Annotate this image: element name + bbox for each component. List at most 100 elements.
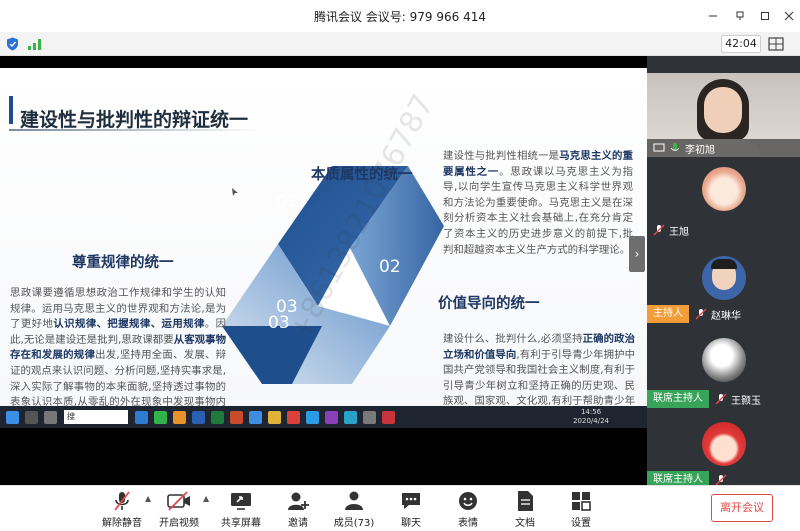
meeting-toolbar: 解除静音 ▲ 开启视频 ▲ 共享屏幕 邀请 成员(73) 聊天 表情 文档 设置… [0,485,800,531]
settings-button[interactable]: 设置 [553,488,609,530]
documents-button[interactable]: 文档 [497,488,553,530]
app-icon-meeting[interactable] [249,410,262,424]
documents-label: 文档 [515,518,535,529]
participant-tile[interactable]: 联席主持人 [647,416,800,485]
slide-title: 建设性与批判性的辩证统一 [20,109,249,131]
windows-start-icon[interactable] [6,410,19,424]
share-screen-button[interactable]: 共享屏幕 [213,488,269,530]
remote-desktop-bottom [0,428,647,485]
participant-nameplate: 联席主持人 [647,471,800,485]
avatar [701,338,746,382]
screen-share-icon [653,143,665,152]
mic-muted-icon [114,491,130,511]
next-slide-button[interactable]: › [629,236,645,272]
mic-muted-icon [715,474,727,485]
emoji-icon [459,492,477,510]
app-icon-music[interactable] [382,410,395,424]
person-face [704,87,742,133]
participant-tile[interactable]: 王旭 [647,159,800,243]
app-icon-photo[interactable] [344,410,357,424]
participant-tile[interactable]: 主持人 赵琳华 [647,244,800,328]
section-title-law: 尊重规律的统一 [72,255,174,271]
emoji-button[interactable]: 表情 [440,488,496,530]
mic-muted-icon [695,308,707,320]
meeting-window: 腾讯会议 会议号: 979 966 414 42:04 建设性与批判性的辩证统一 [0,0,800,531]
participant-panel: 李初旭 王旭 主持人 赵琳华 联席主持人 王颢玉 联席主持人 [647,56,800,485]
shared-screen: 建设性与批判性的辩证统一 03 01 02 03 本质属性的统一 尊重规律的统一… [0,68,647,485]
signal-icon[interactable] [28,38,42,50]
participant-name: 王旭 [669,226,689,238]
participant-name: 赵琳华 [711,310,741,322]
invite-button[interactable]: 邀请 [270,488,326,530]
task-view-icon[interactable] [25,410,38,424]
presentation-slide: 建设性与批判性的辩证统一 03 01 02 03 本质属性的统一 尊重规律的统一… [0,68,647,406]
pin-icon[interactable] [729,6,751,26]
unmute-label: 解除静音 [102,518,142,529]
unmute-button[interactable]: 解除静音 [94,488,150,530]
avatar [701,422,746,466]
start-video-button[interactable]: 开启视频 [151,488,207,530]
paragraph-law: 思政课要遵循思想政治工作规律和学生的认知规律。运用马克思主义的世界观和方法论,是… [10,287,227,406]
title-bar: 腾讯会议 会议号: 979 966 414 [0,0,800,32]
segment-label-01: 01 [276,192,298,212]
cohost-badge: 联席主持人 [647,390,709,408]
document-icon [518,491,533,511]
paragraph-essence: 建设性与批判性相统一是马克思主义的重要属性之一。思政课以马克思主义为指导,以向学… [443,150,634,256]
members-label: 成员(73) [333,518,375,529]
search-icon[interactable] [44,410,57,424]
app-icon-wechat[interactable] [154,410,167,424]
participant-tile[interactable]: 联席主持人 王颢玉 [647,330,800,414]
participant-name: 李初旭 [685,144,715,156]
participant-nameplate: 联席主持人 王颢玉 [647,390,800,408]
taskbar-date: 2020/4/24 [573,417,609,425]
avatar [701,256,746,300]
app-icon-browser[interactable] [173,410,186,424]
app-icon-word[interactable] [192,410,205,424]
leave-meeting-button[interactable]: 离开会议 [711,494,773,522]
mic-muted-icon [653,224,665,236]
minimize-icon[interactable] [702,6,724,26]
invite-label: 邀请 [288,518,308,529]
emoji-label: 表情 [458,518,478,529]
shared-screen-stage: 建设性与批判性的辩证统一 03 01 02 03 本质属性的统一 尊重规律的统一… [0,56,647,485]
avatar-hair [710,259,737,269]
app-icon-folder[interactable] [268,410,281,424]
participant-tile[interactable]: 李初旭 [647,73,800,157]
maximize-icon[interactable] [754,6,776,26]
members-button[interactable]: 成员(73) [326,488,382,530]
window-title: 腾讯会议 会议号: 979 966 414 [313,10,486,24]
status-bar: 42:04 [0,32,800,56]
remote-taskbar: 搜 14:56 2020/4/24 [0,406,647,428]
chat-icon [402,493,420,509]
camera-off-icon [167,491,190,511]
mic-muted-icon [715,393,727,405]
app-icon-qq[interactable] [306,410,319,424]
participant-nameplate: 王旭 [647,221,800,239]
mic-on-icon [671,143,679,151]
avatar [701,167,746,211]
add-user-icon [288,492,309,510]
app-icon-excel[interactable] [211,410,224,424]
shield-icon[interactable] [6,37,19,51]
mouse-cursor-icon [232,188,238,196]
close-icon[interactable] [778,6,800,26]
app-icon-chrome[interactable] [287,410,300,424]
chat-button[interactable]: 聊天 [383,488,439,530]
segment-label-02: 02 [379,257,401,277]
settings-grid-icon [572,492,591,511]
participant-nameplate: 主持人 赵琳华 [647,305,800,323]
paragraph-value: 建设什么、批判什么,必须坚持正确的政治立场和价值导向,有利于引导青少年拥护中国共… [443,333,636,406]
app-icon-ppt[interactable] [230,410,243,424]
taskbar-clock: 14:56 2020/4/24 [573,408,609,426]
grid-icon[interactable] [768,37,784,51]
app-icon-tool[interactable] [363,410,376,424]
settings-label: 设置 [571,518,591,529]
share-screen-icon [231,493,251,510]
taskbar-search[interactable]: 搜 [64,410,128,424]
app-icon-ie[interactable] [135,410,148,424]
share-screen-label: 共享屏幕 [221,518,261,529]
video-options-caret[interactable]: ▲ [203,494,209,503]
meeting-timer: 42:04 [721,35,761,53]
chat-label: 聊天 [401,518,421,529]
app-icon-media[interactable] [325,410,338,424]
